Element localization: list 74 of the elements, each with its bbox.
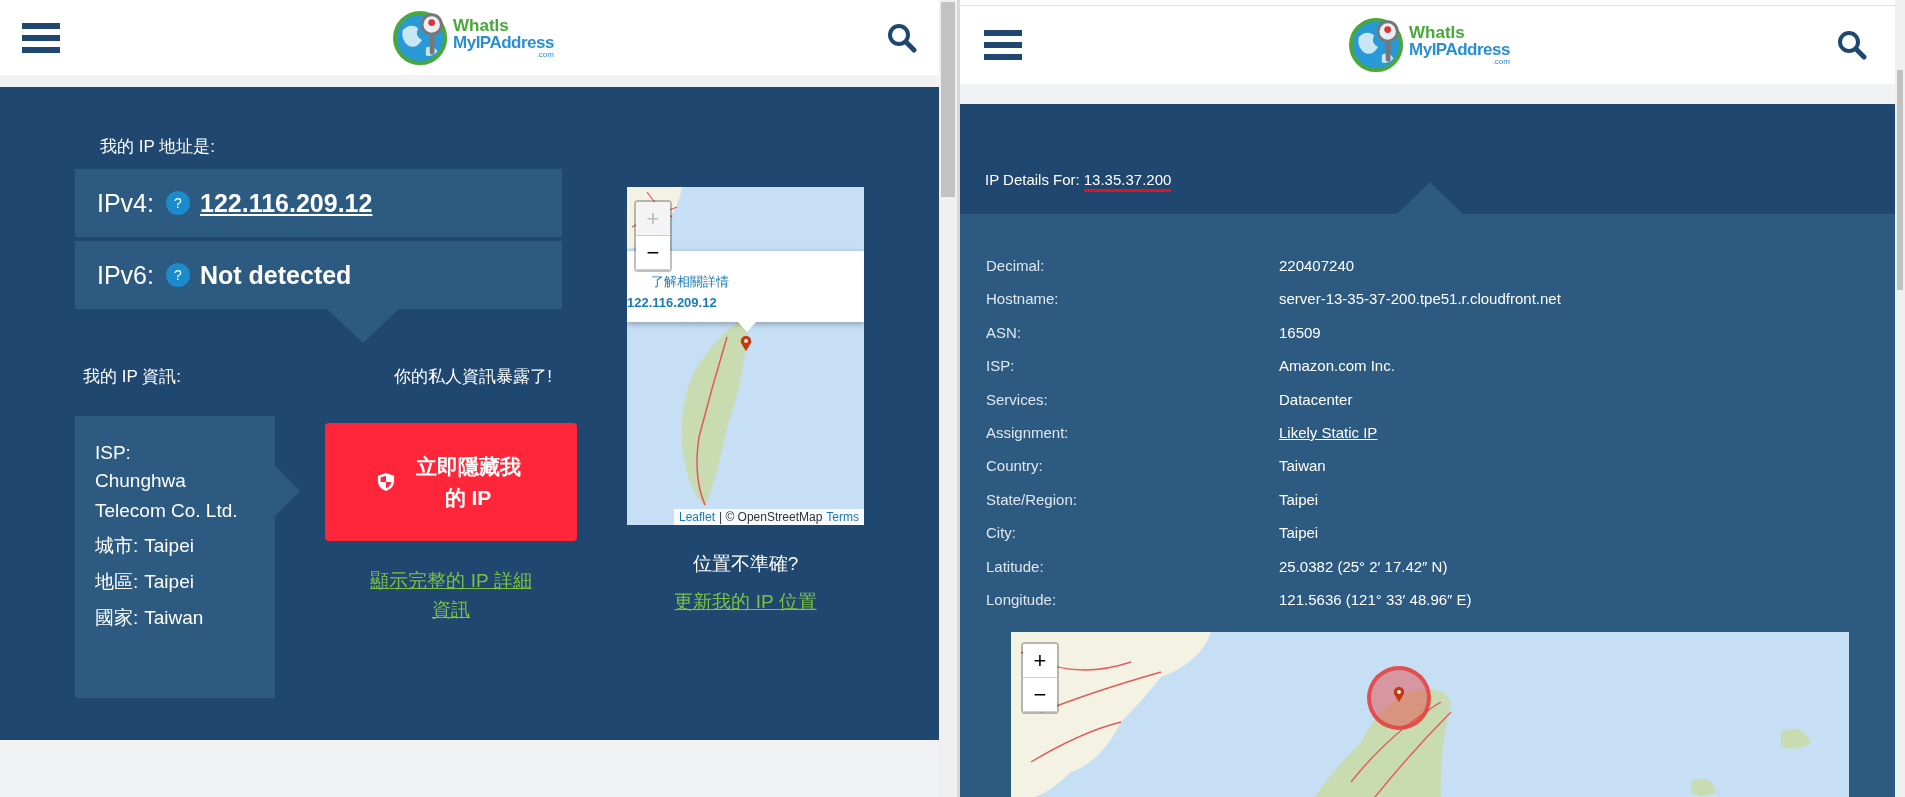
zoom-in-button[interactable]: + [1023, 644, 1057, 679]
detail-label: Hostname: [986, 289, 1060, 310]
site-logo[interactable]: WhatIs MyIPAddress .com [393, 8, 554, 67]
info-label: 城市: [95, 535, 139, 556]
details-ip: 13.35.37.200 [1083, 171, 1172, 192]
map-pin-icon[interactable] [1393, 686, 1405, 704]
info-heading: 我的 IP 資訊: [83, 366, 181, 388]
detail-value: Datacenter [1279, 389, 1354, 410]
detail-value: Taipei [1279, 523, 1320, 544]
popup-text: 了解相關詳情 [650, 273, 730, 291]
logo-text: MyIPAddress [1409, 41, 1510, 58]
scrollbar-thumb[interactable] [941, 2, 955, 197]
map-pin-icon[interactable] [740, 335, 752, 352]
logo-text: WhatIs [453, 16, 510, 34]
detail-label: Services: [986, 389, 1049, 410]
terms-link[interactable]: Terms [826, 510, 859, 524]
detail-label: Latitude: [986, 556, 1045, 577]
popup-pointer [738, 322, 756, 332]
scrollbar[interactable] [1895, 0, 1905, 797]
info-label: 國家: [95, 607, 139, 628]
detail-value: 121.5636 (121° 33′ 48.96″ E) [1279, 590, 1473, 611]
search-icon[interactable] [887, 22, 917, 53]
info-value: Taiwan [144, 607, 204, 628]
isp-value: Chunghwa Telecom Co. Ltd. [95, 469, 239, 523]
site-logo[interactable]: WhatIs MyIPAddress .com [1349, 16, 1510, 74]
ip-label: IPv6: [97, 260, 154, 290]
info-value: Taipei [144, 535, 194, 556]
scrollbar[interactable] [939, 0, 957, 797]
details-label: IP Details For: [985, 171, 1080, 188]
logo-text: .com [1492, 58, 1510, 66]
details-link[interactable]: 顯示完整的 IP 詳細資訊 [363, 566, 539, 624]
detail-label: State/Region: [986, 489, 1078, 510]
hide-ip-button[interactable]: 立即隱藏我的 IP [325, 423, 577, 541]
logo-text: .com [536, 50, 554, 59]
detail-value: 25.0382 (25° 2′ 17.42″ N) [1279, 556, 1449, 577]
zoom-out-button[interactable]: − [1023, 678, 1057, 713]
leaflet-link[interactable]: Leaflet [678, 510, 715, 524]
popup-ip: 122.116.209.12 [627, 295, 718, 310]
detail-label: ASN: [986, 322, 1022, 343]
ip-label: IPv4: [97, 188, 154, 218]
detail-value: 16509 [1279, 322, 1322, 343]
map-view[interactable]: + − [1011, 632, 1849, 797]
menu-icon[interactable] [984, 30, 1022, 60]
info-value: Taipei [144, 571, 194, 592]
detail-label: Longitude: [986, 590, 1058, 611]
logo-text: MyIPAddress [453, 33, 554, 51]
shield-icon [376, 472, 395, 492]
info-label: 地區: [95, 571, 139, 592]
help-button[interactable]: ? [166, 263, 190, 287]
ip-heading: 我的 IP 地址是: [100, 136, 216, 158]
detail-link[interactable]: Likely Static IP [1279, 416, 1378, 450]
detail-value: 220407240 [1279, 256, 1356, 276]
detail-value: Amazon.com Inc. [1279, 356, 1396, 377]
detail-label: Country: [986, 456, 1044, 477]
detail-value: Taipei [1279, 489, 1320, 510]
zoom-out-button[interactable]: − [636, 236, 670, 270]
detail-label: Assignment: [986, 423, 1070, 444]
ip-address-value: Not detected [200, 260, 352, 290]
isp-label: ISP: [95, 441, 132, 465]
ip-address-link[interactable]: 122.116.209.12 [200, 188, 373, 218]
help-button[interactable]: ? [166, 191, 190, 215]
warning-heading: 你的私人資訊暴露了! [394, 366, 552, 388]
update-location-link[interactable]: 更新我的 IP 位置 [674, 589, 817, 615]
detail-label: ISP: [986, 356, 1016, 377]
logo-text: WhatIs [1409, 24, 1466, 41]
detail-label: City: [986, 523, 1017, 544]
detail-value: server-13-35-37-200.tpe51.r.cloudfront.net [1279, 289, 1562, 310]
location-question: 位置不準確? [692, 552, 799, 576]
detail-value: Taiwan [1279, 456, 1327, 477]
scrollbar-thumb[interactable] [1897, 70, 1903, 290]
attribution-text: | © OpenStreetMap [719, 510, 823, 524]
detail-label: Decimal: [986, 256, 1046, 276]
menu-icon[interactable] [22, 22, 60, 53]
search-icon[interactable] [1837, 30, 1867, 60]
